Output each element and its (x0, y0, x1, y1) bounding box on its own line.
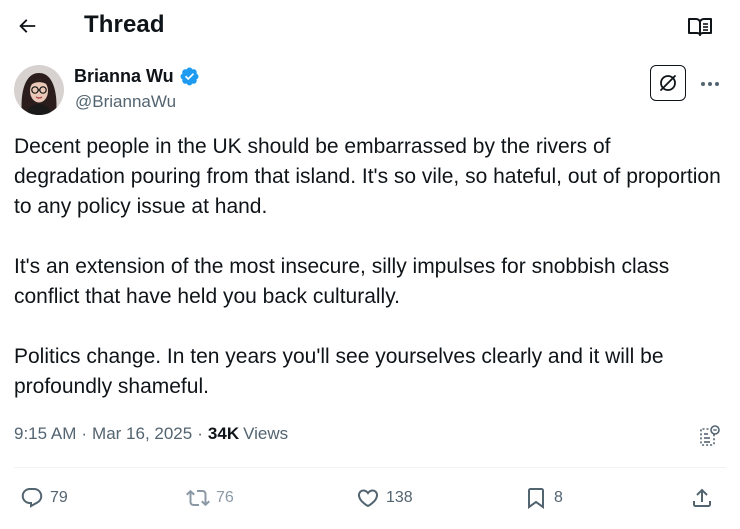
repost-button[interactable]: 76 (186, 482, 234, 514)
divider (14, 467, 726, 468)
action-bar: 79 76 138 8 (0, 482, 740, 516)
ellipsis-icon (701, 82, 719, 86)
meta-separator: · (81, 424, 88, 443)
tweet-metadata: 9:15 AM · Mar 16, 2025 · 34K Views (14, 424, 288, 444)
bookmark-icon (528, 488, 544, 509)
tweet-time[interactable]: 9:15 AM (14, 424, 76, 444)
author-display-name[interactable]: Brianna Wu (74, 66, 200, 87)
tweet-text: Decent people in the UK should be embarr… (14, 132, 726, 402)
views-count: 34K (207, 424, 240, 443)
tweet-date[interactable]: Mar 16, 2025 (92, 424, 192, 444)
analytics-button[interactable] (696, 422, 724, 450)
bookmark-button[interactable]: 8 (524, 482, 563, 514)
avatar[interactable] (14, 65, 64, 115)
like-count: 138 (386, 489, 413, 506)
repost-icon (186, 489, 210, 507)
profile-photo-icon (14, 65, 64, 115)
open-book-icon (688, 18, 712, 36)
heart-icon (357, 489, 379, 508)
page-title: Thread (84, 11, 165, 38)
repost-count: 76 (216, 489, 234, 506)
bookmark-count: 8 (554, 489, 563, 506)
like-button[interactable]: 138 (356, 482, 413, 514)
tweet-paragraph: Politics change. In ten years you'll see… (14, 345, 664, 398)
tweet-paragraph: Decent people in the UK should be embarr… (14, 135, 721, 218)
reply-button[interactable]: 79 (20, 482, 68, 514)
arrow-left-icon (19, 19, 36, 33)
post-analytics-icon (700, 425, 720, 446)
more-options-button[interactable] (696, 70, 724, 98)
grok-icon (660, 75, 676, 91)
tweet-paragraph: It's an extension of the most insecure, … (14, 255, 670, 308)
reply-icon (21, 488, 43, 508)
share-icon (693, 488, 711, 507)
reader-mode-button[interactable] (684, 12, 716, 42)
share-button[interactable] (690, 482, 714, 514)
meta-separator: · (197, 424, 203, 443)
back-button[interactable] (10, 9, 44, 43)
grok-button[interactable] (650, 65, 686, 101)
author-name-text: Brianna Wu (74, 66, 174, 86)
reply-count: 79 (50, 489, 68, 506)
verified-badge-icon (180, 67, 199, 86)
author-handle[interactable]: @BriannaWu (75, 92, 176, 112)
views-label: Views (243, 424, 289, 443)
header-bar: Thread (0, 0, 740, 54)
